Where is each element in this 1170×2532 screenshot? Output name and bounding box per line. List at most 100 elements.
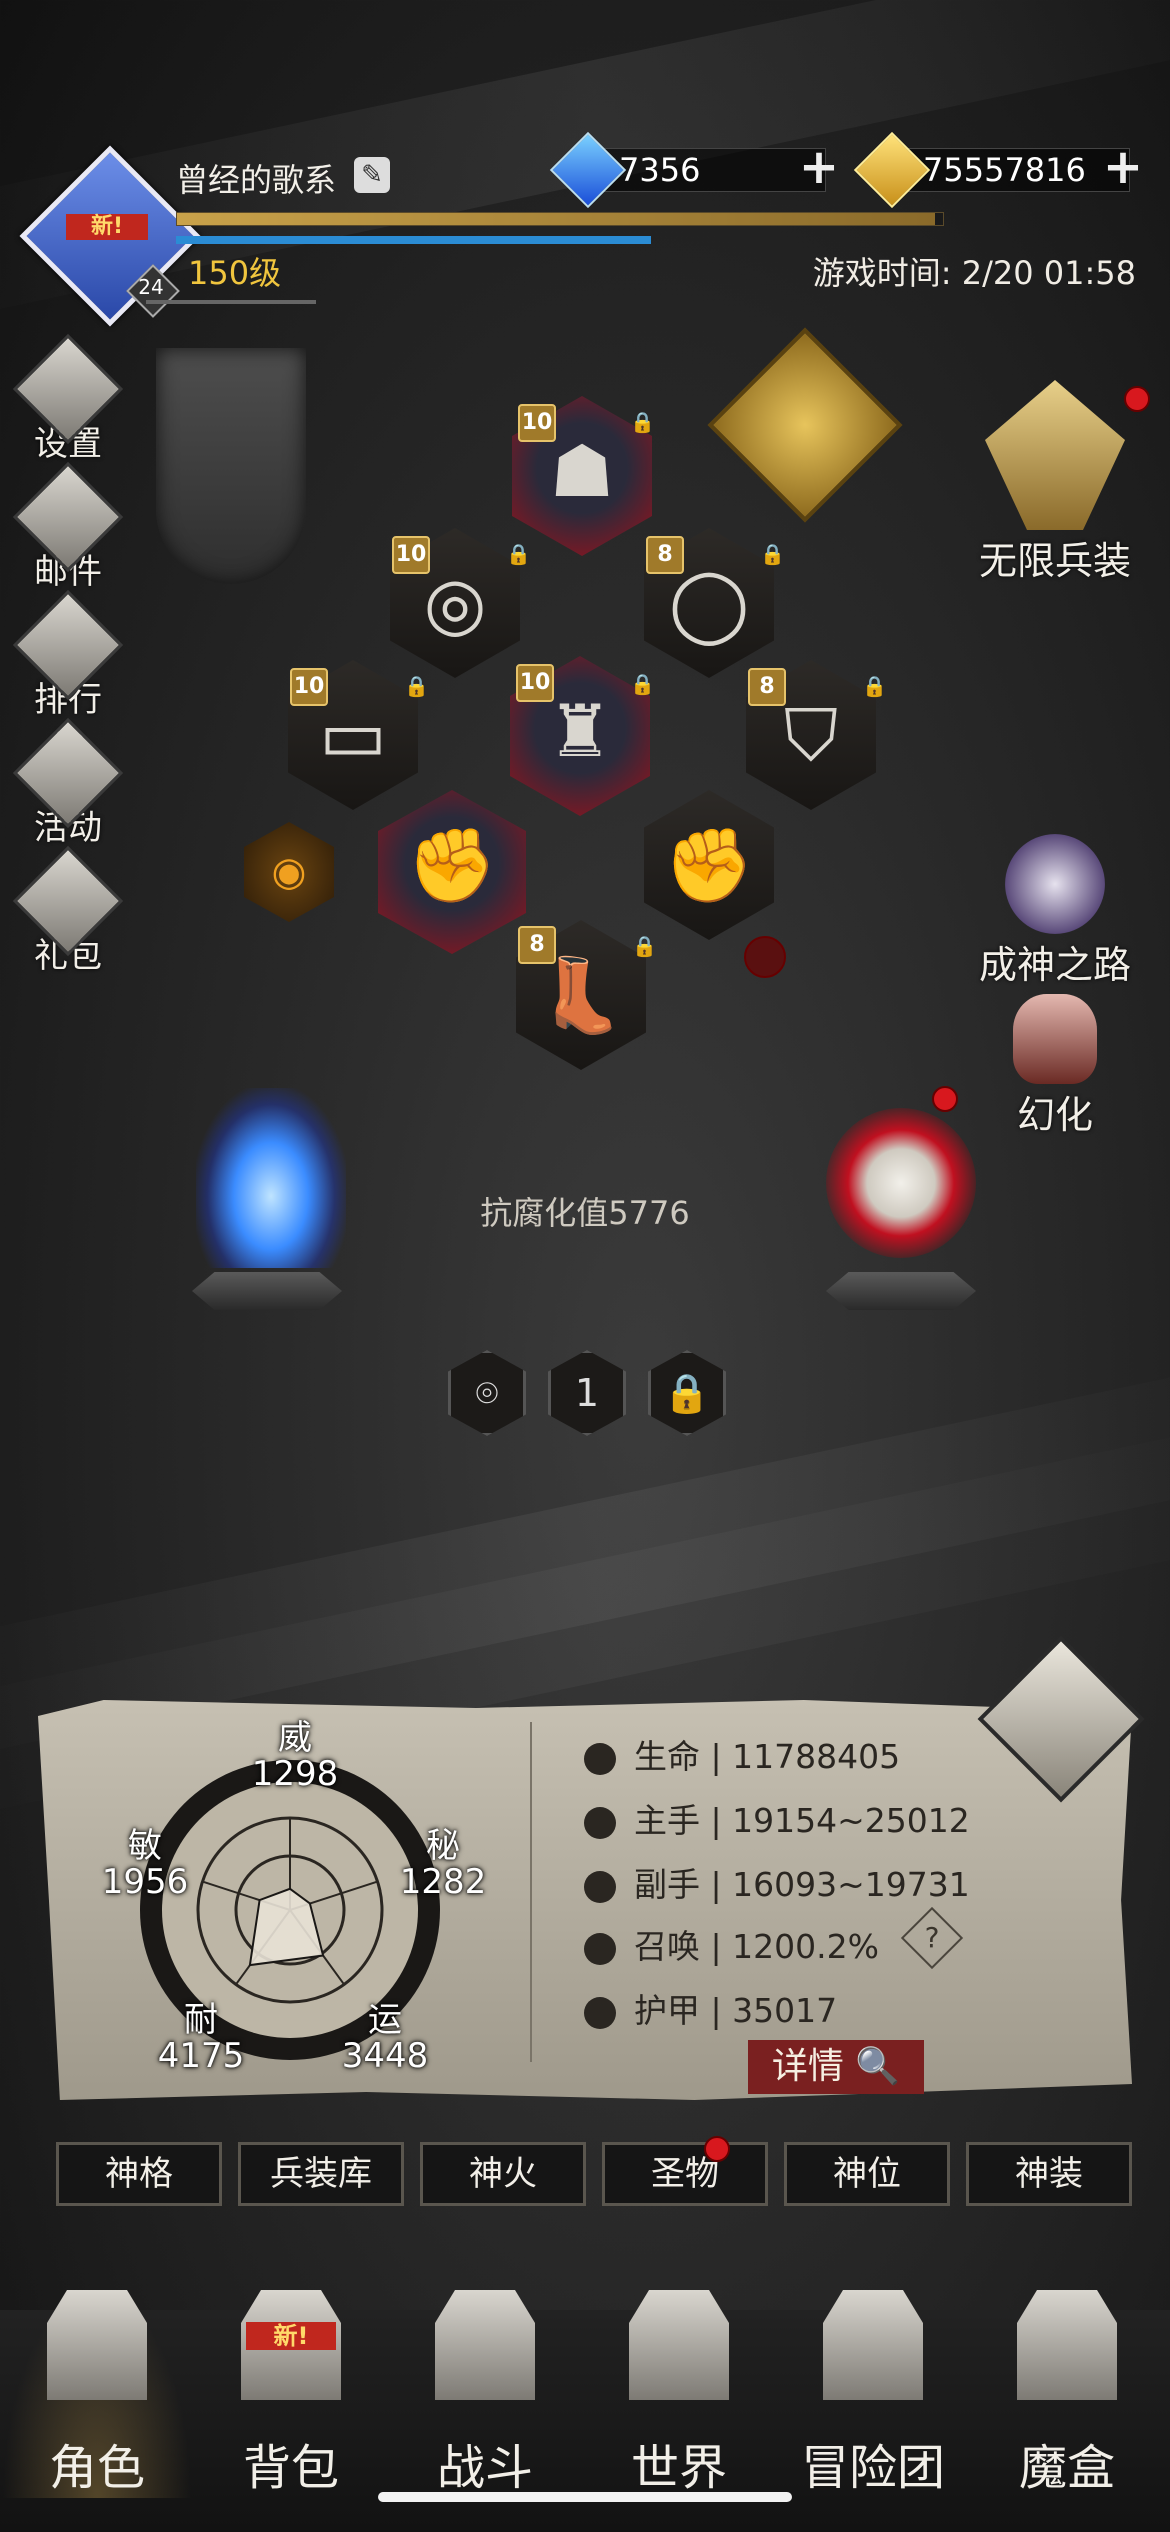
stat-separator: | bbox=[700, 1927, 733, 1966]
helmet-level: 10 bbox=[518, 404, 556, 442]
nav-character-label: 角色 bbox=[48, 2440, 145, 2496]
broadcast-icon[interactable]: ◉ bbox=[244, 822, 334, 922]
home-indicator[interactable] bbox=[378, 2492, 792, 2502]
stat-label: 主手 bbox=[634, 1801, 700, 1840]
tab-divine-fire[interactable]: 神火 bbox=[420, 2142, 586, 2206]
armor-level: 10 bbox=[516, 664, 554, 702]
guild-banner[interactable] bbox=[156, 348, 306, 584]
attr-nai-label: 耐 bbox=[184, 2000, 218, 2040]
nav-magic-box-label: 魔盒 bbox=[1018, 2440, 1115, 2496]
helmet-lock-icon: 🔒 bbox=[630, 410, 655, 434]
ring-lock-icon: 🔒 bbox=[760, 542, 785, 566]
helmet-icon bbox=[47, 2290, 147, 2400]
experience-bar bbox=[176, 212, 944, 226]
notification-dot bbox=[704, 2136, 730, 2162]
amulet-lock-icon: 🔒 bbox=[506, 542, 531, 566]
path-to-god-button[interactable]: 成神之路 bbox=[960, 834, 1150, 989]
tab-divine-gear[interactable]: 神装 bbox=[966, 2142, 1132, 2206]
gem-currency: 7356 + bbox=[549, 131, 839, 209]
stat-row-hp: 生命 | 11788405 bbox=[584, 1730, 900, 1778]
tab-armory[interactable]: 兵装库 bbox=[238, 2142, 404, 2206]
boots-lock-icon: 🔒 bbox=[632, 934, 657, 958]
gold-currency: 75557816 + bbox=[853, 131, 1143, 209]
red-orb-icon[interactable] bbox=[826, 1108, 976, 1258]
nav-character[interactable]: 角色 bbox=[2, 2290, 192, 2498]
boots-level: 8 bbox=[518, 926, 556, 964]
edit-name-icon[interactable]: ✎ bbox=[354, 157, 390, 193]
attr-wei-label: 威 bbox=[278, 1718, 312, 1758]
transform-label: 幻化 bbox=[1016, 1093, 1093, 1137]
location-pin-icon[interactable]: ⌾ bbox=[448, 1350, 526, 1436]
amulet-level: 10 bbox=[392, 536, 430, 574]
mask-icon bbox=[1013, 994, 1097, 1084]
stat-label: 生命 bbox=[634, 1737, 700, 1776]
stat-label: 召唤 bbox=[634, 1927, 700, 1966]
details-label: 详情 bbox=[771, 2046, 844, 2087]
lock-icon[interactable]: 🔒 bbox=[648, 1350, 726, 1436]
cube-icon bbox=[1017, 2290, 1117, 2400]
settings-button[interactable]: 设置 bbox=[12, 333, 124, 465]
map-icon bbox=[629, 2290, 729, 2400]
right-pedestal bbox=[826, 1272, 976, 1310]
armor-icon bbox=[584, 1996, 616, 2029]
nav-adventure-team[interactable]: 冒险团 bbox=[778, 2290, 968, 2498]
cloak-level: 8 bbox=[748, 668, 786, 706]
attr-yun: 运 3448 bbox=[340, 2002, 430, 2074]
corruption-value: 抗腐化值5776 bbox=[480, 1194, 690, 1232]
nav-world-label: 世界 bbox=[630, 2440, 727, 2496]
attr-mi-label: 秘 bbox=[426, 1826, 460, 1866]
banner-rod bbox=[146, 300, 316, 354]
winged-sword-icon bbox=[985, 380, 1125, 530]
attr-nai: 耐 4175 bbox=[156, 2002, 246, 2074]
path-to-god-label: 成神之路 bbox=[978, 943, 1131, 987]
left-pedestal bbox=[192, 1272, 342, 1310]
lion-crest-icon[interactable] bbox=[707, 327, 903, 523]
mail-button[interactable]: 邮件 bbox=[12, 461, 124, 593]
game-time: 游戏时间: 2/20 01:58 bbox=[812, 254, 1136, 292]
main-hand-slot[interactable]: ✊ bbox=[378, 790, 526, 954]
gold-amount: 75557816 bbox=[923, 151, 1086, 189]
shield-swords-icon bbox=[435, 2290, 535, 2400]
nav-adventure-team-label: 冒险团 bbox=[800, 2440, 945, 2496]
transform-button[interactable]: 幻化 bbox=[960, 994, 1150, 1139]
stat-value: 11788405 bbox=[732, 1737, 901, 1776]
tab-relics[interactable]: 圣物 bbox=[602, 2142, 768, 2206]
add-gold-button[interactable]: + bbox=[1101, 143, 1145, 191]
notification-dot bbox=[1124, 386, 1150, 412]
stat-row-off-hand: 副手 | 16093~19731 bbox=[584, 1858, 970, 1906]
off-hand-slot[interactable]: ✊ bbox=[644, 790, 774, 940]
tab-divine-position[interactable]: 神位 bbox=[784, 2142, 950, 2206]
stat-separator: | bbox=[700, 1801, 733, 1840]
attr-mi-value: 1282 bbox=[399, 1862, 487, 1902]
stat-value: 1200.2% bbox=[732, 1927, 879, 1966]
infinite-arms-button[interactable]: 无限兵装 bbox=[960, 380, 1150, 585]
add-gems-button[interactable]: + bbox=[797, 143, 841, 191]
blue-flame-icon[interactable] bbox=[196, 1088, 346, 1268]
avatar-new-badge: 新! bbox=[66, 214, 148, 240]
armor-lock-icon: 🔒 bbox=[630, 672, 655, 696]
gift-button[interactable]: 礼包 bbox=[12, 845, 124, 977]
nav-world[interactable]: 世界 bbox=[584, 2290, 774, 2498]
tab-divinity[interactable]: 神格 bbox=[56, 2142, 222, 2206]
gem-amount: 7356 bbox=[619, 151, 701, 189]
attr-min-value: 1956 bbox=[101, 1862, 189, 1902]
loadout-page-1[interactable]: 1 bbox=[548, 1350, 626, 1436]
avatar-level-text: 24 bbox=[138, 275, 164, 299]
stat-row-main-hand: 主手 | 19154~25012 bbox=[584, 1794, 970, 1842]
attr-nai-value: 4175 bbox=[157, 2036, 245, 2076]
attr-yun-value: 3448 bbox=[341, 2036, 429, 2076]
nav-battle[interactable]: 战斗 bbox=[390, 2290, 580, 2498]
event-button[interactable]: 活动 bbox=[12, 717, 124, 849]
player-level: 150级 bbox=[188, 254, 282, 292]
nav-magic-box[interactable]: 魔盒 bbox=[972, 2290, 1162, 2498]
details-button[interactable]: 详情 🔍 bbox=[748, 2040, 924, 2094]
belt-level: 10 bbox=[290, 668, 328, 706]
stat-value: 16093~19731 bbox=[732, 1865, 970, 1904]
attr-wei-value: 1298 bbox=[251, 1754, 339, 1794]
gauntlet-icon: ✊ bbox=[407, 823, 497, 907]
stat-label: 副手 bbox=[634, 1865, 700, 1904]
stat-row-armor: 护甲 | 35017 bbox=[584, 1984, 837, 2032]
stat-value: 19154~25012 bbox=[732, 1801, 970, 1840]
stat-value: 35017 bbox=[732, 1991, 838, 2030]
nav-backpack-label: 背包 bbox=[242, 2440, 339, 2496]
